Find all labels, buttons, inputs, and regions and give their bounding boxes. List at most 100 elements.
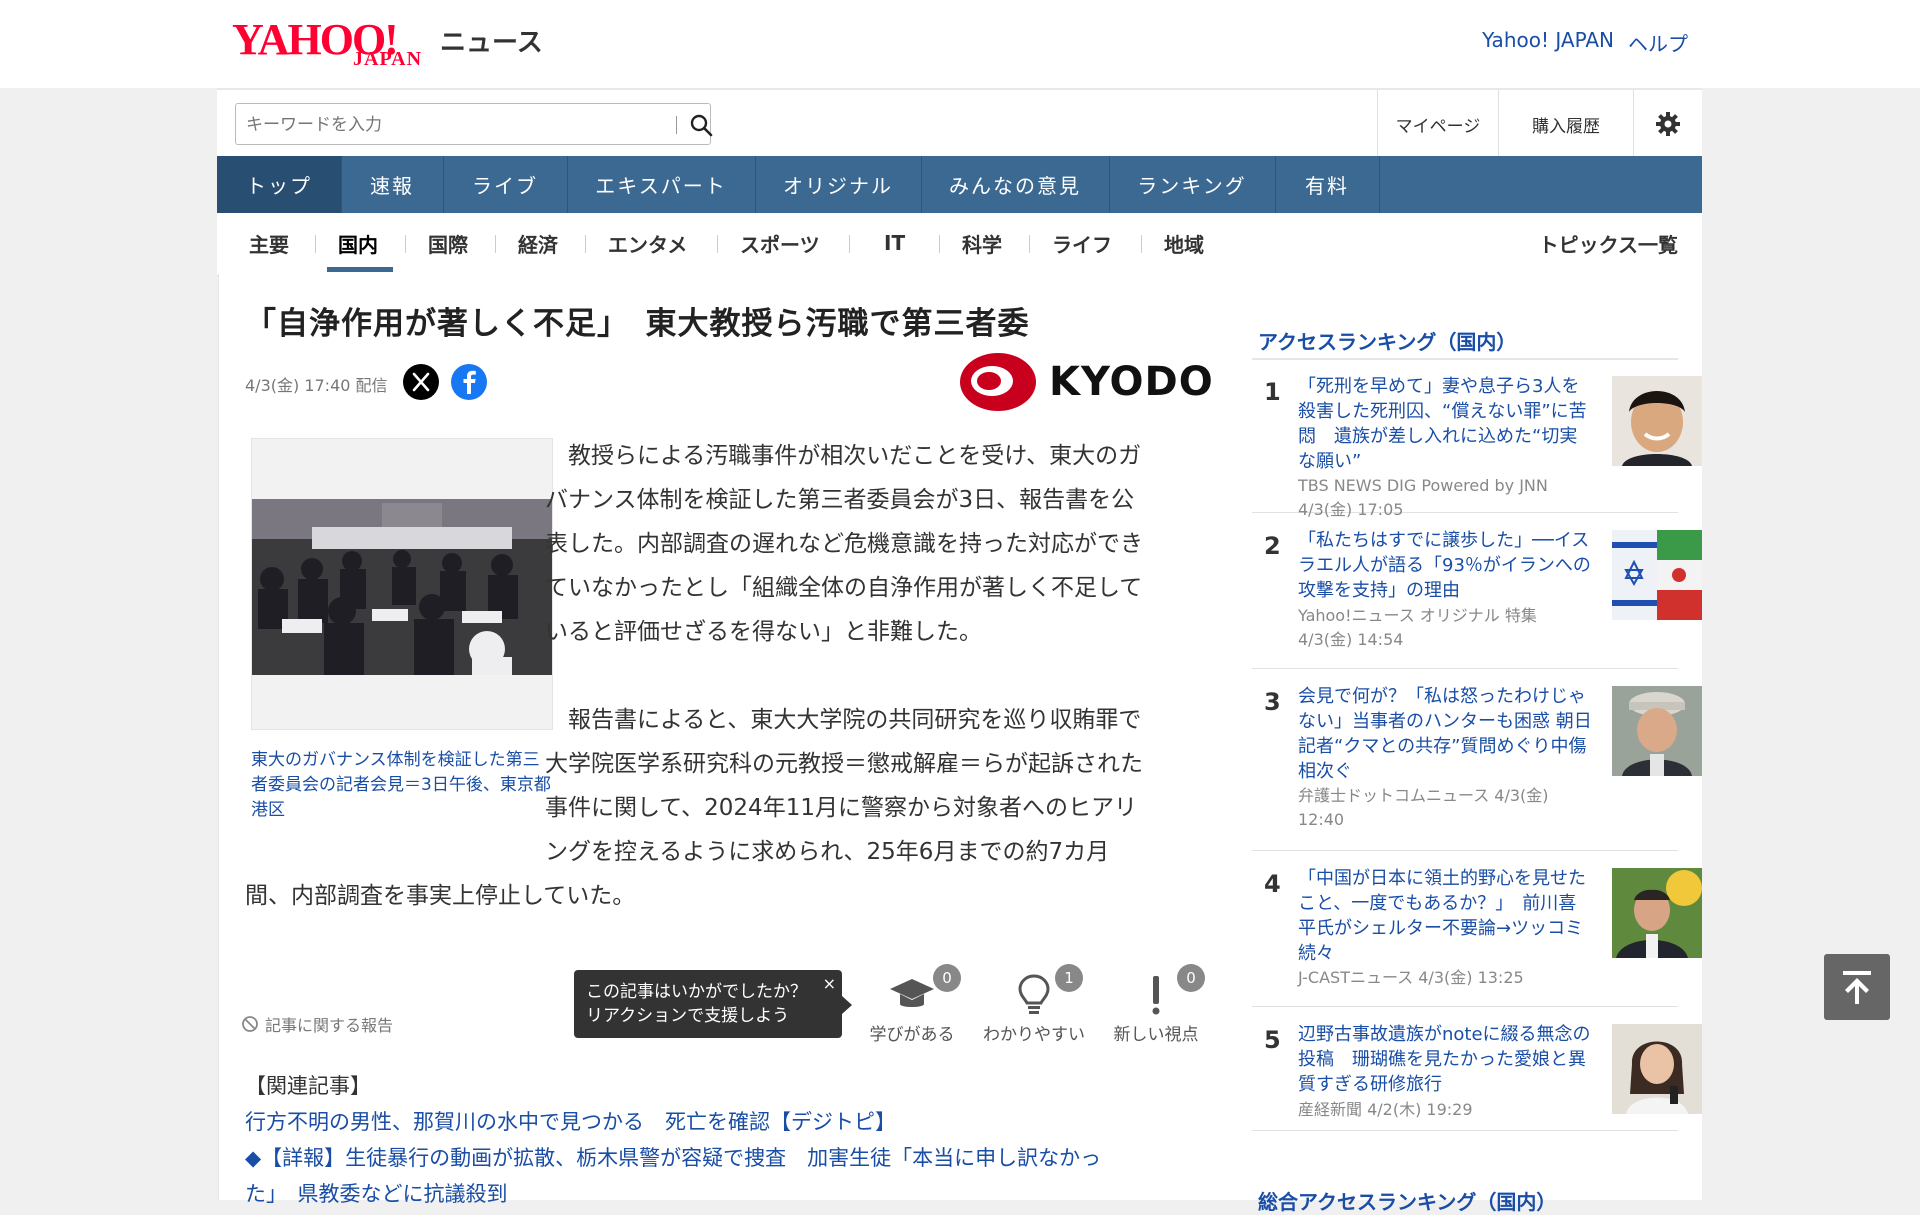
yahoo-japan-logo: YAHOO! JAPAN — [232, 15, 423, 70]
access-ranking-title[interactable]: アクセスランキング（国内） — [1258, 326, 1516, 355]
category-region[interactable]: 地域 — [1164, 213, 1204, 273]
x-logo-icon — [412, 372, 430, 392]
ranking-thumbnail — [1612, 1024, 1702, 1114]
reaction-understandable-button[interactable]: 1 わかりやすい — [979, 964, 1089, 1045]
divider — [495, 235, 496, 253]
yahoo-japan-link[interactable]: Yahoo! JAPAN — [1482, 28, 1614, 57]
main-nav: トップ 速報 ライブ エキスパート オリジナル みんなの意見 ランキング 有料 — [217, 156, 1702, 213]
ranking-item[interactable]: 3 会見で何が？「私は怒ったわけじゃない」当事者のハンターも困惑 朝日記者“クマ… — [1252, 670, 1702, 851]
press-conference-photo — [252, 499, 552, 675]
category-entertainment[interactable]: エンタメ — [608, 213, 687, 273]
ranking-number: 4 — [1264, 870, 1281, 898]
reaction-label: わかりやすい — [983, 1025, 1085, 1045]
category-nav: 主要 国内 国際 経済 エンタメ スポーツ IT 科学 ライフ 地域 トピックス… — [217, 213, 1702, 276]
ranking-source: 産経新聞 4/2(木) 19:29 — [1298, 1100, 1473, 1119]
article-photo[interactable] — [251, 438, 553, 730]
category-main[interactable]: 主要 — [249, 213, 289, 273]
overall-ranking-title[interactable]: 総合アクセスランキング（国内） — [1258, 1186, 1556, 1215]
category-international[interactable]: 国際 — [428, 213, 468, 273]
mypage-link[interactable]: マイページ — [1377, 90, 1498, 158]
purchase-history-link[interactable]: 購入履歴 — [1498, 90, 1633, 158]
ranking-item[interactable]: 1 「死刑を早めて」妻や息子ら3人を殺害した死刑囚、“償えない罪”に苦悶 遺族が… — [1252, 360, 1702, 519]
report-article-label: 記事に関する報告 — [265, 1016, 394, 1035]
category-it[interactable]: IT — [884, 213, 905, 273]
category-domestic[interactable]: 国内 — [338, 213, 378, 273]
related-articles-title: 【関連記事】 — [245, 1074, 371, 1098]
tab-paid[interactable]: 有料 — [1275, 156, 1380, 213]
site-header: YAHOO! JAPAN ニュース Yahoo! JAPAN ヘルプ — [0, 0, 1920, 88]
divider — [405, 235, 406, 253]
tab-original[interactable]: オリジナル — [755, 156, 922, 213]
search-bar-row: マイページ 購入履歴 — [217, 88, 1702, 158]
category-economy[interactable]: 経済 — [518, 213, 558, 273]
tab-top[interactable]: トップ — [217, 156, 342, 213]
ranking-item[interactable]: 5 辺野古事故遺族がnoteに綴る無念の投稿 珊瑚礁を見たかった愛娘と異質すぎる… — [1252, 1008, 1702, 1131]
ranking-title: 会見で何が？「私は怒ったわけじゃない」当事者のハンターも困惑 朝日記者“クマとの… — [1298, 686, 1592, 782]
kyodo-mark-icon — [960, 353, 1036, 411]
search-box — [235, 103, 714, 145]
related-article-link[interactable]: 行方不明の男性、那賀川の水中で見つかる 死亡を確認【デジトピ】 — [245, 1104, 1205, 1140]
reaction-learn-button[interactable]: 0 学びがある — [857, 964, 967, 1045]
article-headline: 「自浄作用が著しく不足」 東大教授ら汚職で第三者委 — [245, 306, 1030, 342]
photo-caption[interactable]: 東大のガバナンス体制を検証した第三者委員会の記者会見＝3日午後、東京都港区 — [251, 748, 553, 823]
header-links: Yahoo! JAPAN ヘルプ — [1482, 28, 1688, 57]
category-life[interactable]: ライフ — [1052, 213, 1112, 273]
ranking-number: 1 — [1264, 378, 1281, 406]
tooltip-text: リアクションで支援しよう — [586, 1006, 790, 1026]
publisher-logo[interactable]: KYODO — [959, 352, 1214, 412]
tab-expert[interactable]: エキスパート — [567, 156, 756, 213]
ranking-source: TBS NEWS DIG Powered by JNN — [1298, 476, 1548, 495]
article-published-time: 4/3(金) 17:40 配信 — [245, 376, 388, 395]
ranking-number: 5 — [1264, 1026, 1281, 1054]
prohibited-icon — [242, 1016, 258, 1032]
category-science[interactable]: 科学 — [962, 213, 1002, 273]
related-articles: 【関連記事】 行方不明の男性、那賀川の水中で見つかる 死亡を確認【デジトピ】 ◆… — [245, 1068, 1205, 1212]
sidebar: アクセスランキング（国内） 1 「死刑を早めて」妻や息子ら3人を殺害した死刑囚、… — [1228, 274, 1702, 1214]
divider — [315, 235, 316, 253]
tooltip-text: この記事はいかがでしたか？ — [586, 982, 807, 1002]
ranking-title: 辺野古事故遺族がnoteに綴る無念の投稿 珊瑚礁を見たかった愛娘と異質すぎる研修… — [1298, 1024, 1591, 1095]
ranking-source: 弁護士ドットコムニュース 4/3(金) — [1298, 786, 1549, 805]
back-to-top-button[interactable] — [1824, 954, 1890, 1020]
share-x-button[interactable] — [403, 364, 439, 400]
news-label: ニュース — [440, 28, 543, 58]
close-icon[interactable]: × — [823, 972, 836, 996]
reaction-new-perspective-button[interactable]: 0 新しい視点 — [1101, 964, 1211, 1045]
search-icon[interactable] — [688, 112, 714, 138]
topics-list-link[interactable]: トピックス一覧 — [1539, 213, 1678, 273]
settings-button[interactable] — [1633, 90, 1702, 158]
reaction-count: 1 — [1055, 964, 1083, 992]
related-article-link[interactable]: た」 県教委などに抗議殺到 — [245, 1176, 1205, 1212]
article-text-line: バナンス体制を検証した第三者委員会が3日、報告書を公 — [545, 487, 1135, 513]
gear-icon — [1656, 112, 1680, 136]
ranking-item[interactable]: 2 「私たちはすでに譲歩した」──イスラエル人が語る「93％がイランへの攻撃を支… — [1252, 514, 1702, 669]
divider — [939, 235, 940, 253]
article-text-line: 教授らによる汚職事件が相次いだことを受け、東大のガ — [545, 443, 1142, 469]
article-text-line: 報告書によると、東大大学院の共同研究を巡り収賄罪で — [545, 707, 1142, 733]
help-link[interactable]: ヘルプ — [1628, 28, 1688, 57]
tab-breaking[interactable]: 速報 — [341, 156, 444, 213]
article-text-line: 表した。内部調査の遅れなど危機意識を持った対応ができ — [545, 531, 1143, 557]
tab-ranking[interactable]: ランキング — [1109, 156, 1276, 213]
lightbulb-icon — [1018, 974, 1050, 1014]
ranking-number: 2 — [1264, 532, 1281, 560]
divider — [1141, 235, 1142, 253]
share-facebook-button[interactable] — [451, 364, 487, 400]
article: 「自浄作用が著しく不足」 東大教授ら汚職で第三者委 4/3(金) 17:40 配… — [218, 274, 1230, 1206]
ranking-thumbnail — [1612, 376, 1702, 466]
ranking-source: Yahoo!ニュース オリジナル 特集 — [1298, 606, 1537, 625]
reaction-label: 新しい視点 — [1113, 1025, 1199, 1045]
category-sports[interactable]: スポーツ — [740, 213, 820, 273]
ranking-title: 「死刑を早めて」妻や息子ら3人を殺害した死刑囚、“償えない罪”に苦悶 遺族が差し… — [1298, 376, 1587, 472]
yahoo-news-logo[interactable]: YAHOO! JAPAN ニュース — [232, 14, 543, 72]
related-article-link[interactable]: ◆【詳報】生徒暴行の動画が拡散、栃木県警が容疑で捜査 加害生徒「本当に申し訳なか… — [245, 1140, 1205, 1176]
article-text-line: ングを控えるように求められ、25年6月までの約7カ月 — [545, 839, 1110, 865]
ranking-thumbnail — [1612, 530, 1702, 620]
ranking-item[interactable]: 4 「中国が日本に領土的野心を見せたこと、一度でもあるか？」 前川喜平氏がシェル… — [1252, 852, 1702, 1007]
tab-opinions[interactable]: みんなの意見 — [921, 156, 1110, 213]
report-article-link[interactable]: 記事に関する報告 — [241, 1012, 393, 1036]
article-text-line: ていなかったとし「組織全体の自浄作用が著しく不足して — [545, 575, 1143, 601]
search-input[interactable] — [244, 112, 648, 138]
ranking-title: 「中国が日本に領土的野心を見せたこと、一度でもあるか？」 前川喜平氏がシェルター… — [1298, 868, 1586, 964]
tab-live[interactable]: ライブ — [443, 156, 568, 213]
